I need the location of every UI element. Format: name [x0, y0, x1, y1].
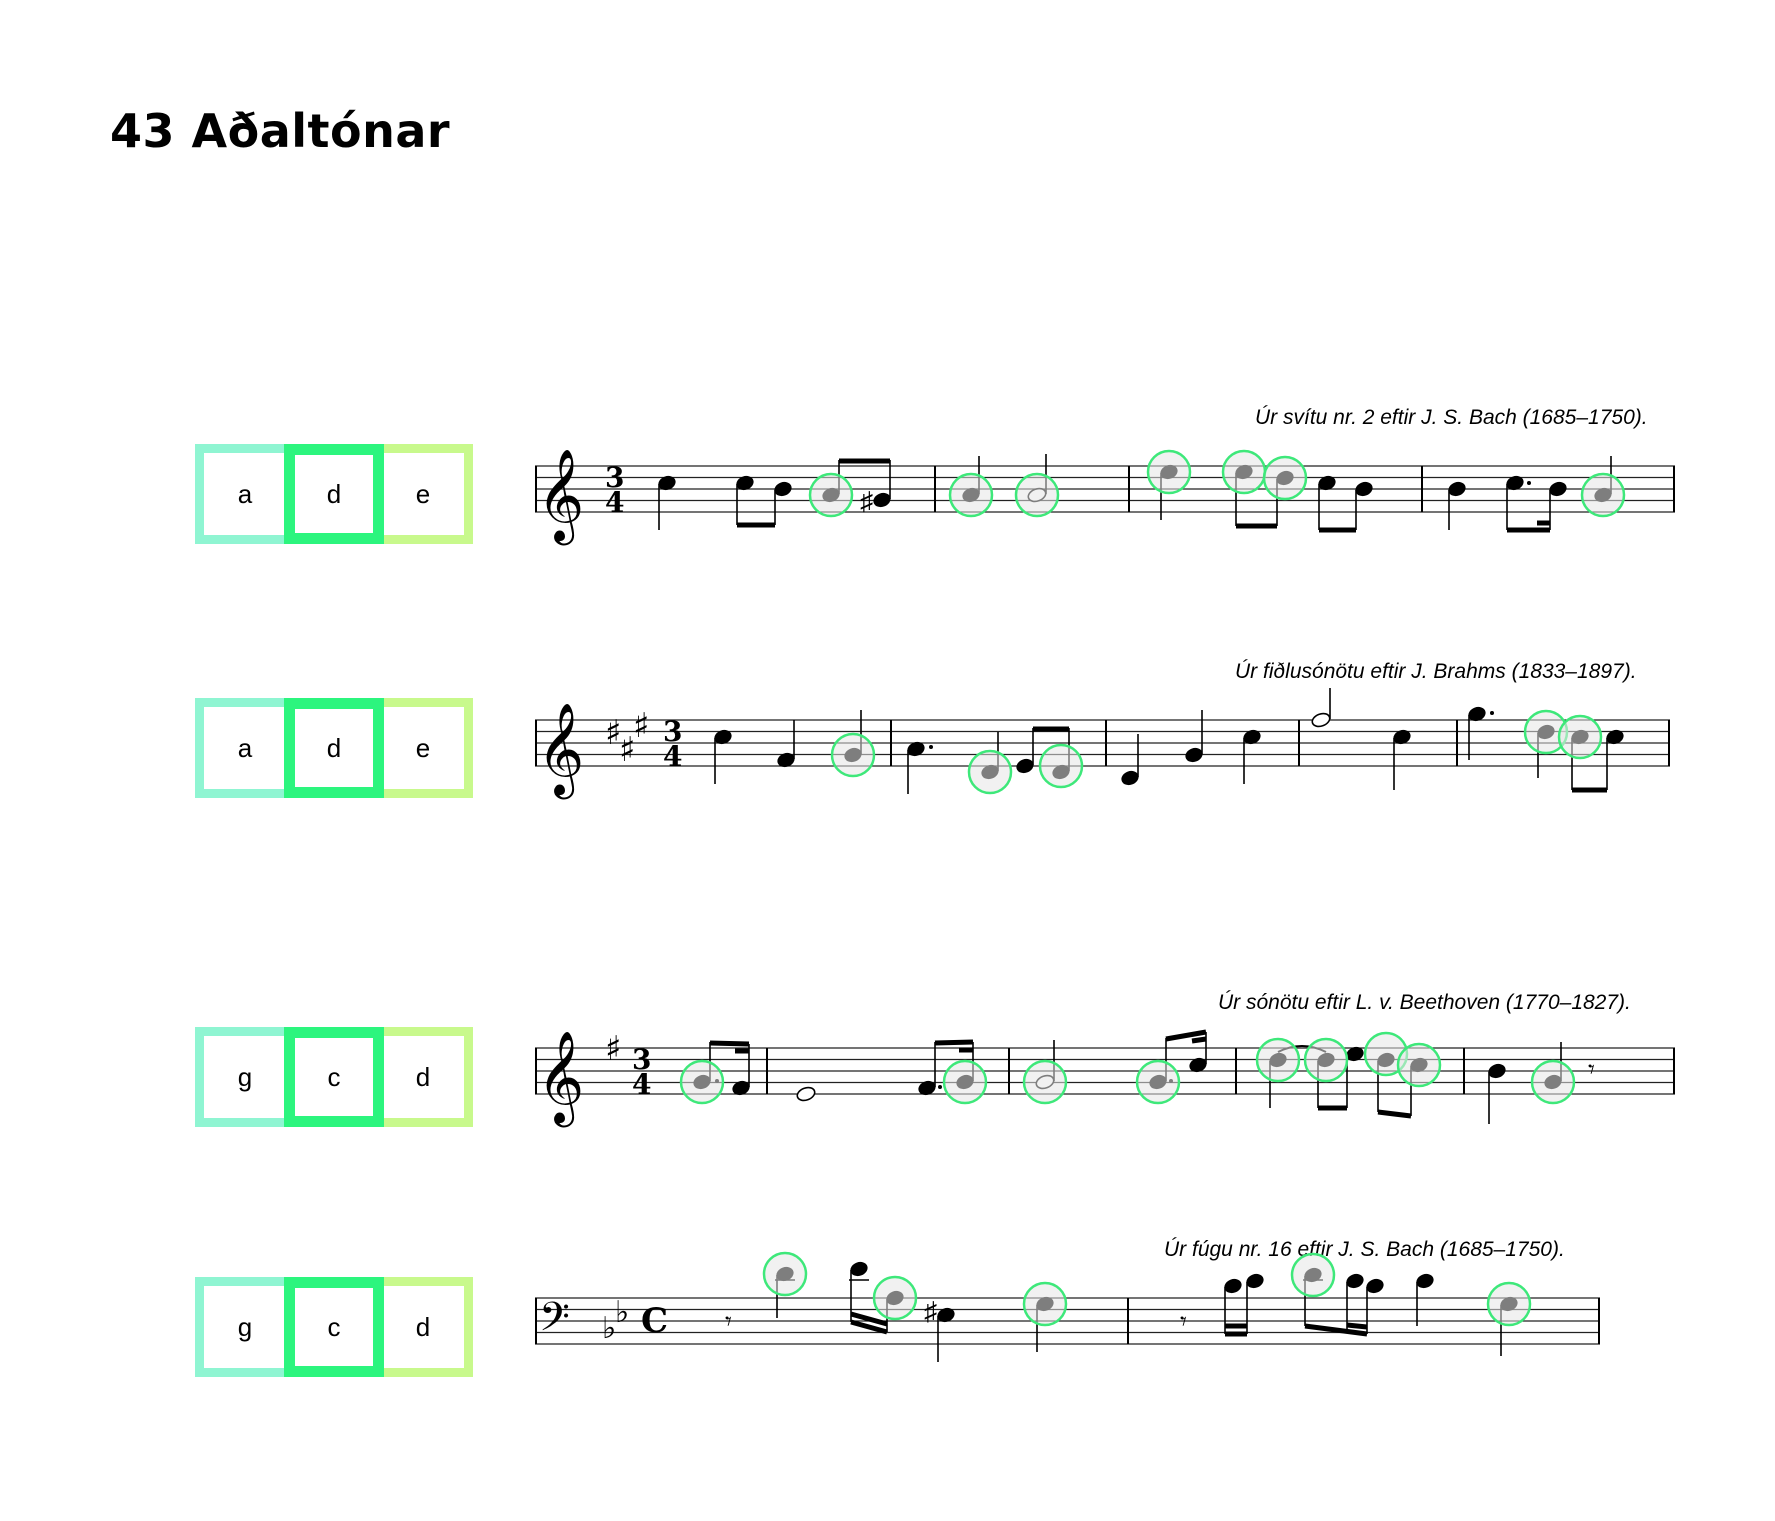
page-title: 43 Aðaltónar	[110, 108, 450, 154]
key-signature: ♯	[605, 1029, 621, 1069]
svg-text:♭: ♭	[615, 1295, 629, 1330]
page-number: 43	[110, 104, 176, 158]
time-signature: C	[641, 1301, 668, 1341]
svg-text:𝄾: 𝄾	[1180, 1307, 1187, 1337]
treble-clef-icon: 𝄞	[537, 702, 584, 799]
svg-text:4: 4	[632, 1068, 651, 1101]
chord-tone-box-2: d	[284, 698, 384, 798]
chord-tone-box-3: e	[373, 444, 473, 544]
chord-tone-box-2: c	[284, 1277, 384, 1377]
chord-tone-box-1: a	[195, 698, 295, 798]
time-signature-lower: 4	[605, 486, 624, 519]
example-2-chord-boxes: a e d	[195, 698, 473, 798]
chord-tone-box-1: g	[195, 1277, 295, 1377]
example-4-staff: 𝄢 ♭ ♭ C 𝄾 ♯ 𝄾	[535, 1251, 1600, 1362]
highlight-circles	[808, 449, 1626, 518]
example-1-staff: 𝄞 3 4 ♯	[535, 448, 1675, 545]
svg-text:4: 4	[663, 740, 682, 773]
treble-clef-icon: 𝄞	[537, 448, 584, 545]
svg-text:♯: ♯	[633, 706, 649, 746]
highlight-circles	[762, 1251, 1532, 1327]
example-2-caption: Úr fiðlusónötu eftir J. Brahms (1833–189…	[1235, 660, 1637, 683]
bass-clef-icon: 𝄢	[539, 1294, 570, 1350]
chord-tone-box-1: a	[195, 444, 295, 544]
chord-tone-box-2: d	[284, 444, 384, 544]
chord-tone-box-3: d	[373, 1027, 473, 1127]
chord-tone-box-1: g	[195, 1027, 295, 1127]
chord-tone-box-3: e	[373, 698, 473, 798]
example-4-chord-boxes: g d c	[195, 1277, 473, 1377]
svg-text:𝄾: 𝄾	[1588, 1055, 1595, 1085]
chord-tone-box-2: c	[284, 1027, 384, 1127]
example-4-caption: Úr fúgu nr. 16 eftir J. S. Bach (1685–17…	[1164, 1238, 1565, 1261]
svg-text:♯: ♯	[860, 486, 873, 516]
chord-tone-box-3: d	[373, 1277, 473, 1377]
svg-text:𝄾: 𝄾	[725, 1307, 732, 1337]
notes: 𝄾 ♯ 𝄾	[725, 1261, 1518, 1362]
example-1-caption: Úr svítu nr. 2 eftir J. S. Bach (1685–17…	[1255, 406, 1648, 429]
treble-clef-icon: 𝄞	[537, 1030, 584, 1127]
example-3-chord-boxes: g d c	[195, 1027, 473, 1127]
page-heading: Aðaltónar	[191, 104, 451, 158]
example-3-staff: 𝄞 ♯ 3 4 𝄾	[535, 1029, 1675, 1127]
svg-text:♯: ♯	[924, 1296, 937, 1326]
highlight-circles	[830, 709, 1603, 795]
example-1-chord-boxes: a e d	[195, 444, 473, 544]
example-2-staff: 𝄞 ♯ ♯ ♯ 3 4	[535, 688, 1670, 799]
